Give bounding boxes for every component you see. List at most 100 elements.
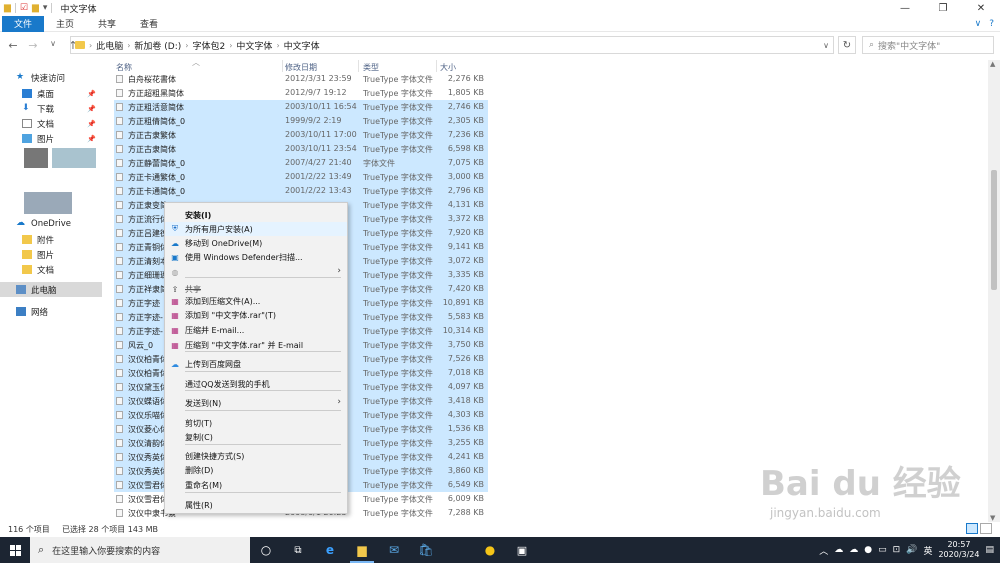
sidebar-item-desktop[interactable]: 桌面 📌 xyxy=(0,86,102,101)
table-row[interactable]: 方正卡通繁体_0 2001/2/22 13:49 TrueType 字体文件 3,00… xyxy=(114,170,488,184)
chevron-right-icon[interactable]: › xyxy=(185,41,188,50)
file-explorer-icon[interactable]: ▆ xyxy=(346,537,378,563)
scroll-down-icon[interactable]: ▼ xyxy=(990,514,995,522)
menu-item-upload-baidu[interactable]: ☁ 上传到百度网盘 xyxy=(165,357,347,371)
chevron-right-icon[interactable]: › xyxy=(127,41,130,50)
volume-icon[interactable]: 🔊 xyxy=(906,545,917,555)
breadcrumb-font-pack[interactable]: 字体包2 xyxy=(192,39,225,52)
sidebar-item-quick-access[interactable]: ★ 快速访问 xyxy=(0,70,102,85)
menu-item-delete[interactable]: 删除(D) xyxy=(165,463,347,477)
large-icons-view-button[interactable] xyxy=(980,523,992,534)
network-icon[interactable]: ⊡ xyxy=(893,545,901,555)
address-bar[interactable]: › 此电脑 › 新加卷 (D:) › 字体包2 › 中文字体 › 中文字体 ∨ xyxy=(70,36,834,54)
expand-ribbon-icon[interactable]: ∨ xyxy=(975,19,982,29)
menu-item-compress-rar-email[interactable]: ▦ 压缩到 "中文字体.rar" 并 E-mail xyxy=(165,338,347,352)
minimize-button[interactable]: — xyxy=(886,0,924,16)
menu-item-move-to-onedrive[interactable]: ☁ 移动到 OneDrive(M) xyxy=(165,236,347,250)
pin-icon[interactable]: 📌 xyxy=(87,105,96,113)
close-button[interactable]: ✕ xyxy=(962,0,1000,16)
chevron-down-icon[interactable]: ∨ xyxy=(823,41,829,50)
sidebar-item-this-pc[interactable]: 此电脑 xyxy=(0,282,102,297)
menu-item-rename[interactable]: 重命名(M) xyxy=(165,478,347,492)
table-row[interactable]: 方正静蕾简体_0 2007/4/27 21:40 字体文件 7,075 KB xyxy=(114,156,488,170)
cortana-icon[interactable]: ○ xyxy=(250,537,282,563)
breadcrumb-drive-d[interactable]: 新加卷 (D:) xyxy=(134,39,181,52)
store-icon[interactable]: 🛍 xyxy=(410,537,442,563)
cloud-sync-icon[interactable]: ☁ xyxy=(834,545,843,555)
menu-item-defender-scan[interactable]: ▣ 使用 Windows Defender扫描... xyxy=(165,250,347,264)
new-folder-icon[interactable]: ▆ xyxy=(32,3,39,13)
sidebar-item-documents[interactable]: 文档 📌 xyxy=(0,116,102,131)
task-view-icon[interactable]: ⧉ xyxy=(282,537,314,563)
wechat-icon[interactable]: ● xyxy=(864,545,872,555)
qq-icon[interactable]: ● xyxy=(474,537,506,563)
sidebar-item-network[interactable]: 网络 xyxy=(0,304,102,319)
chevron-right-icon[interactable]: › xyxy=(276,41,279,50)
forward-arrow-icon[interactable]: → xyxy=(26,39,40,52)
onedrive-icon[interactable]: ☁ xyxy=(849,545,858,555)
breadcrumb-chinese-fonts-current[interactable]: 中文字体 xyxy=(284,39,320,52)
back-arrow-icon[interactable]: ← xyxy=(6,39,20,52)
chevron-right-icon[interactable]: › xyxy=(89,41,92,50)
sidebar-item-onedrive[interactable]: ☁ OneDrive xyxy=(0,216,102,231)
scrollbar-thumb[interactable] xyxy=(991,170,997,290)
menu-item-install-all-users[interactable]: ⛨ 为所有用户安装(A) xyxy=(165,222,347,236)
edge-browser-icon[interactable]: e xyxy=(314,537,346,563)
breadcrumb-chinese-fonts[interactable]: 中文字体 xyxy=(236,39,272,52)
column-divider[interactable] xyxy=(282,60,283,72)
table-row[interactable]: 白舟桜花書体 2012/3/31 23:59 TrueType 字体文件 2,276 … xyxy=(114,72,488,86)
show-hidden-icons-icon[interactable]: ︿ xyxy=(819,544,828,557)
breadcrumb-this-pc[interactable]: 此电脑 xyxy=(96,39,123,52)
refresh-button[interactable]: ↻ xyxy=(838,36,856,54)
scroll-up-icon[interactable]: ▲ xyxy=(990,60,995,68)
vertical-scrollbar[interactable]: ▲ ▼ xyxy=(988,60,1000,522)
help-icon[interactable]: ? xyxy=(989,19,994,29)
mail-icon[interactable]: ✉ xyxy=(378,537,410,563)
search-input[interactable]: ⌕ 搜索"中文字体" xyxy=(862,36,994,54)
maximize-button[interactable]: ❐ xyxy=(924,0,962,16)
tab-view[interactable]: 查看 xyxy=(128,16,170,32)
tab-share[interactable]: 共享 xyxy=(86,16,128,32)
table-row[interactable]: 方正粗倩简体_0 1999/9/2 2:19 TrueType 字体文件 2,305 … xyxy=(114,114,488,128)
input-method-indicator[interactable]: 英 xyxy=(923,544,932,557)
photos-icon[interactable]: ▣ xyxy=(506,537,538,563)
clock[interactable]: 20:57 2020/3/24 xyxy=(938,540,979,560)
menu-item-add-to-archive[interactable]: ▦ 添加到压缩文件(A)... xyxy=(165,294,347,308)
menu-item-send-qq-phone[interactable]: 通过QQ发送到我的手机 xyxy=(165,377,347,391)
tab-home[interactable]: 主页 xyxy=(44,16,86,32)
taskbar-search-box[interactable]: ⌕ 在这里输入你要搜索的内容 xyxy=(30,537,250,563)
sidebar-item-onedrive-pictures[interactable]: 图片 xyxy=(0,247,102,262)
table-row[interactable]: 方正超粗黑简体 2012/9/7 19:12 TrueType 字体文件 1,805 … xyxy=(114,86,488,100)
menu-item-add-to-rar[interactable]: ▦ 添加到 "中文字体.rar"(T) xyxy=(165,308,347,322)
table-row[interactable]: 方正粗活意简体 2003/10/11 16:54 TrueType 字体文件 2,74… xyxy=(114,100,488,114)
notification-icon[interactable]: ▤ xyxy=(985,545,994,555)
menu-item-install[interactable]: 安装(I) xyxy=(165,208,347,222)
menu-item-copy[interactable]: 复制(C) xyxy=(165,430,347,444)
column-divider[interactable] xyxy=(436,60,437,72)
table-row[interactable]: 方正古隶繁体 2003/10/11 17:00 TrueType 字体文件 7,236… xyxy=(114,128,488,142)
details-view-button[interactable] xyxy=(966,523,978,534)
tab-file[interactable]: 文件 xyxy=(2,15,45,32)
sidebar-item-onedrive-documents[interactable]: 文档 xyxy=(0,262,102,277)
blank-app-icon[interactable] xyxy=(442,537,474,563)
start-button[interactable] xyxy=(0,537,30,563)
properties-icon[interactable]: ☑ xyxy=(20,3,28,13)
table-row[interactable]: 方正卡通简体_0 2001/2/22 13:43 TrueType 字体文件 2,79… xyxy=(114,184,488,198)
column-divider[interactable] xyxy=(358,60,359,72)
customize-toolbar-icon[interactable]: ▾ xyxy=(43,3,48,13)
menu-item-cut[interactable]: 剪切(T) xyxy=(165,416,347,430)
pin-icon[interactable]: 📌 xyxy=(87,120,96,128)
recent-locations-icon[interactable]: ∨ xyxy=(46,39,60,52)
pin-icon[interactable]: 📌 xyxy=(87,90,96,98)
menu-item-send-to[interactable]: 发送到(N) › xyxy=(165,396,347,410)
sidebar-item-attachments[interactable]: 附件 xyxy=(0,232,102,247)
sidebar-item-pictures[interactable]: 图片 📌 xyxy=(0,131,102,146)
menu-item-compress-email[interactable]: ▦ 压缩并 E-mail... xyxy=(165,323,347,337)
pin-icon[interactable]: 📌 xyxy=(87,135,96,143)
battery-icon[interactable]: ▭ xyxy=(878,545,887,555)
menu-item-properties[interactable]: 属性(R) xyxy=(165,498,347,512)
sidebar-item-downloads[interactable]: ⬇ 下载 📌 xyxy=(0,101,102,116)
chevron-right-icon[interactable]: › xyxy=(229,41,232,50)
menu-item-create-shortcut[interactable]: 创建快捷方式(S) xyxy=(165,449,347,463)
table-row[interactable]: 方正古隶简体 2003/10/11 23:54 TrueType 字体文件 6,598… xyxy=(114,142,488,156)
